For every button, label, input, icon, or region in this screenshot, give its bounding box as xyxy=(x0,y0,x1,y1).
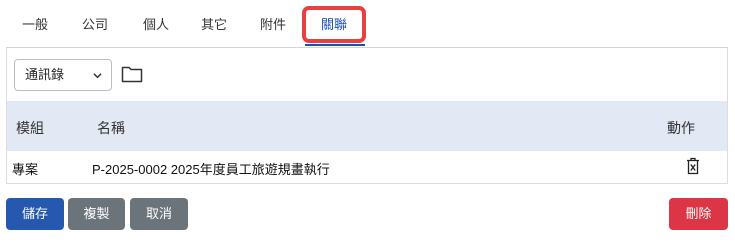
tab-other[interactable]: 其它 xyxy=(201,17,227,37)
row-module: 專案 xyxy=(12,162,39,177)
delete-button[interactable]: 刪除 xyxy=(669,198,728,230)
folder-icon[interactable] xyxy=(121,65,143,83)
tab-general[interactable]: 一般 xyxy=(22,17,48,37)
module-select-value: 通訊錄 xyxy=(25,67,65,82)
related-panel: 通訊錄 模組 名稱 動作 專案 P-2025-0002 2025年度員工旅遊規畫… xyxy=(6,47,728,184)
module-select[interactable]: 通訊錄 xyxy=(14,59,112,91)
chevron-down-icon xyxy=(93,73,102,79)
tab-company[interactable]: 公司 xyxy=(82,17,108,37)
active-tab-indicator xyxy=(305,44,365,46)
cancel-button[interactable]: 取消 xyxy=(130,198,188,230)
tab-related[interactable]: 關聯 xyxy=(306,10,362,40)
copy-button[interactable]: 複製 xyxy=(68,198,125,230)
tab-attachments[interactable]: 附件 xyxy=(260,17,286,37)
tab-personal[interactable]: 個人 xyxy=(143,17,169,37)
column-header-module: 模組 xyxy=(16,120,44,136)
tab-bar: 一般 公司 個人 其它 附件 關聯 xyxy=(0,0,735,48)
table-header: 模組 名稱 動作 xyxy=(7,101,727,151)
column-header-name: 名稱 xyxy=(97,120,125,136)
row-name-link[interactable]: P-2025-0002 2025年度員工旅遊規畫執行 xyxy=(92,159,330,178)
column-header-action: 動作 xyxy=(667,120,695,136)
table-row: 專案 P-2025-0002 2025年度員工旅遊規畫執行 xyxy=(7,151,727,183)
delete-icon[interactable] xyxy=(686,157,700,175)
save-button[interactable]: 儲存 xyxy=(6,198,64,230)
